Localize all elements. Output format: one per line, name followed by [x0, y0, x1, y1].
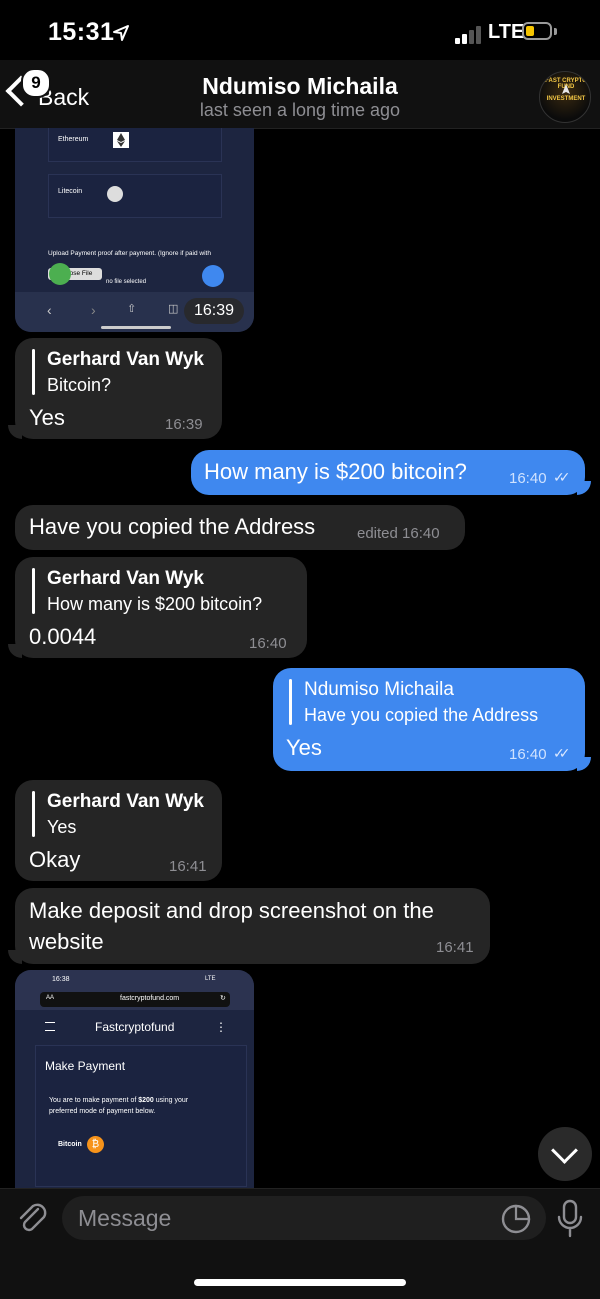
ethereum-icon [113, 132, 129, 148]
reply-text: Yes [47, 817, 77, 837]
message-text-line-1: Make deposit and drop screenshot on the [29, 898, 434, 923]
bookmarks-icon: ◫ [168, 303, 179, 315]
message-placeholder: Message [78, 1205, 172, 1231]
bitcoin-icon: ₿ [87, 1136, 104, 1153]
payment-heading: Make Payment [45, 1059, 126, 1073]
home-bar [101, 326, 171, 329]
reply-bar [32, 791, 35, 837]
status-time: 15:31 [48, 18, 115, 46]
coin-label: Bitcoin [58, 1141, 82, 1148]
reply-sender: Ndumiso Michaila [304, 679, 454, 700]
reload-icon: ↻ [220, 995, 226, 1002]
bubble-tail [577, 757, 591, 771]
browser-back-icon: ‹ [47, 302, 52, 318]
home-indicator [194, 1279, 406, 1286]
url-text: fastcryptofund.com [120, 995, 180, 1002]
no-file-label: no file selected [106, 279, 147, 285]
reply-text: How many is $200 bitcoin? [47, 594, 263, 614]
image-message-2[interactable]: 16:38 LTE AA fastcryptofund.com ↻ Fastcr… [15, 970, 254, 1188]
message-bubble-incoming[interactable]: Gerhard Van Wyk Bitcoin? Yes 16:39 [15, 338, 222, 439]
reply-text: Bitcoin? [47, 375, 112, 395]
attach-icon[interactable] [14, 1199, 48, 1237]
reply-sender: Gerhard Van Wyk [47, 349, 204, 370]
message-bubble-incoming[interactable]: Make deposit and drop screenshot on the … [15, 888, 490, 964]
screenshot-network: LTE [205, 976, 216, 982]
image-timestamp: 16:39 [184, 298, 245, 324]
payment-card: Make Payment You are to make payment of … [35, 1045, 247, 1187]
url-aa: AA [46, 995, 55, 1001]
avatar-text-2: INVESTMENT [546, 96, 586, 102]
message-time: 16:40 [249, 635, 287, 652]
whatsapp-icon [49, 263, 71, 285]
avatar[interactable]: FAST CRYPTO FUND INVESTMENT [539, 71, 591, 123]
bubble-tail [8, 950, 22, 964]
microphone-icon[interactable] [555, 1199, 585, 1239]
screenshot-time: 16:38 [52, 976, 70, 983]
contact-name[interactable]: Ndumiso Michaila [0, 73, 600, 100]
menu-icon [45, 1022, 55, 1031]
sticker-icon[interactable] [500, 1203, 532, 1235]
more-icon: ⋮ [215, 1020, 227, 1034]
coin-card-litecoin: Litecoin [48, 174, 222, 218]
signal-icon [455, 24, 485, 44]
battery-icon [522, 22, 552, 40]
chevron-down-icon [551, 1137, 578, 1164]
network-label: LTE [488, 21, 525, 43]
browser-forward-icon: › [91, 302, 96, 318]
message-bubble-incoming[interactable]: Have you copied the Address edited 16:40 [15, 505, 465, 550]
chat-widget-icon [202, 265, 224, 287]
reply-text: Have you copied the Address [304, 705, 539, 725]
message-text-line-2: website [29, 929, 104, 954]
bubble-tail [577, 481, 591, 495]
reply-bar [289, 679, 292, 725]
read-ticks-icon: ✓✓ [553, 469, 571, 485]
message-text: Okay [29, 847, 81, 872]
scroll-down-button[interactable] [538, 1127, 592, 1181]
coin-label: Ethereum [58, 136, 89, 143]
coin-label: Litecoin [58, 188, 83, 195]
contact-status: last seen a long time ago [199, 100, 401, 120]
litecoin-icon [107, 186, 123, 202]
share-icon: ⇧ [127, 303, 137, 315]
site-title: Fastcryptofund [95, 1020, 175, 1034]
read-ticks-icon: ✓✓ [553, 745, 571, 761]
location-arrow-icon [113, 25, 129, 41]
message-time: edited 16:40 [357, 525, 440, 542]
payment-desc: You are to make payment of $200 using yo… [49, 1097, 189, 1104]
message-bubble-incoming[interactable]: Gerhard Van Wyk Yes Okay 16:41 [15, 780, 222, 881]
reply-sender: Gerhard Van Wyk [47, 791, 204, 812]
reply-bar [32, 349, 35, 395]
message-text: 0.0044 [29, 624, 97, 649]
reply-sender: Gerhard Van Wyk [47, 568, 204, 589]
message-bubble-outgoing[interactable]: Ndumiso Michaila Have you copied the Add… [273, 668, 585, 771]
message-text: Yes [29, 405, 65, 430]
message-text: How many is $200 bitcoin? [204, 459, 467, 484]
message-time: 16:41 [436, 939, 474, 956]
message-time: 16:40 [509, 746, 547, 763]
message-bubble-incoming[interactable]: Gerhard Van Wyk How many is $200 bitcoin… [15, 557, 307, 658]
url-bar: AA fastcryptofund.com ↻ [40, 992, 230, 1007]
message-bubble-outgoing[interactable]: How many is $200 bitcoin? 16:40 ✓✓ [191, 450, 585, 495]
bubble-tail [8, 644, 22, 658]
message-text: Yes [286, 735, 322, 760]
coin-card-ethereum: Ethereum [48, 128, 222, 162]
message-time: 16:41 [169, 858, 207, 875]
image-message-1[interactable]: Ethereum Litecoin Upload Payment proof a… [15, 128, 254, 332]
message-text: Have you copied the Address [29, 514, 316, 539]
battery-tip [554, 28, 557, 35]
message-time: 16:39 [165, 416, 203, 433]
message-time: 16:40 [509, 470, 547, 487]
upload-instructions: Upload Payment proof after payment. (Ign… [48, 250, 211, 257]
bubble-tail [8, 425, 22, 439]
reply-bar [32, 568, 35, 614]
payment-desc-2: preferred mode of payment below. [49, 1108, 156, 1115]
